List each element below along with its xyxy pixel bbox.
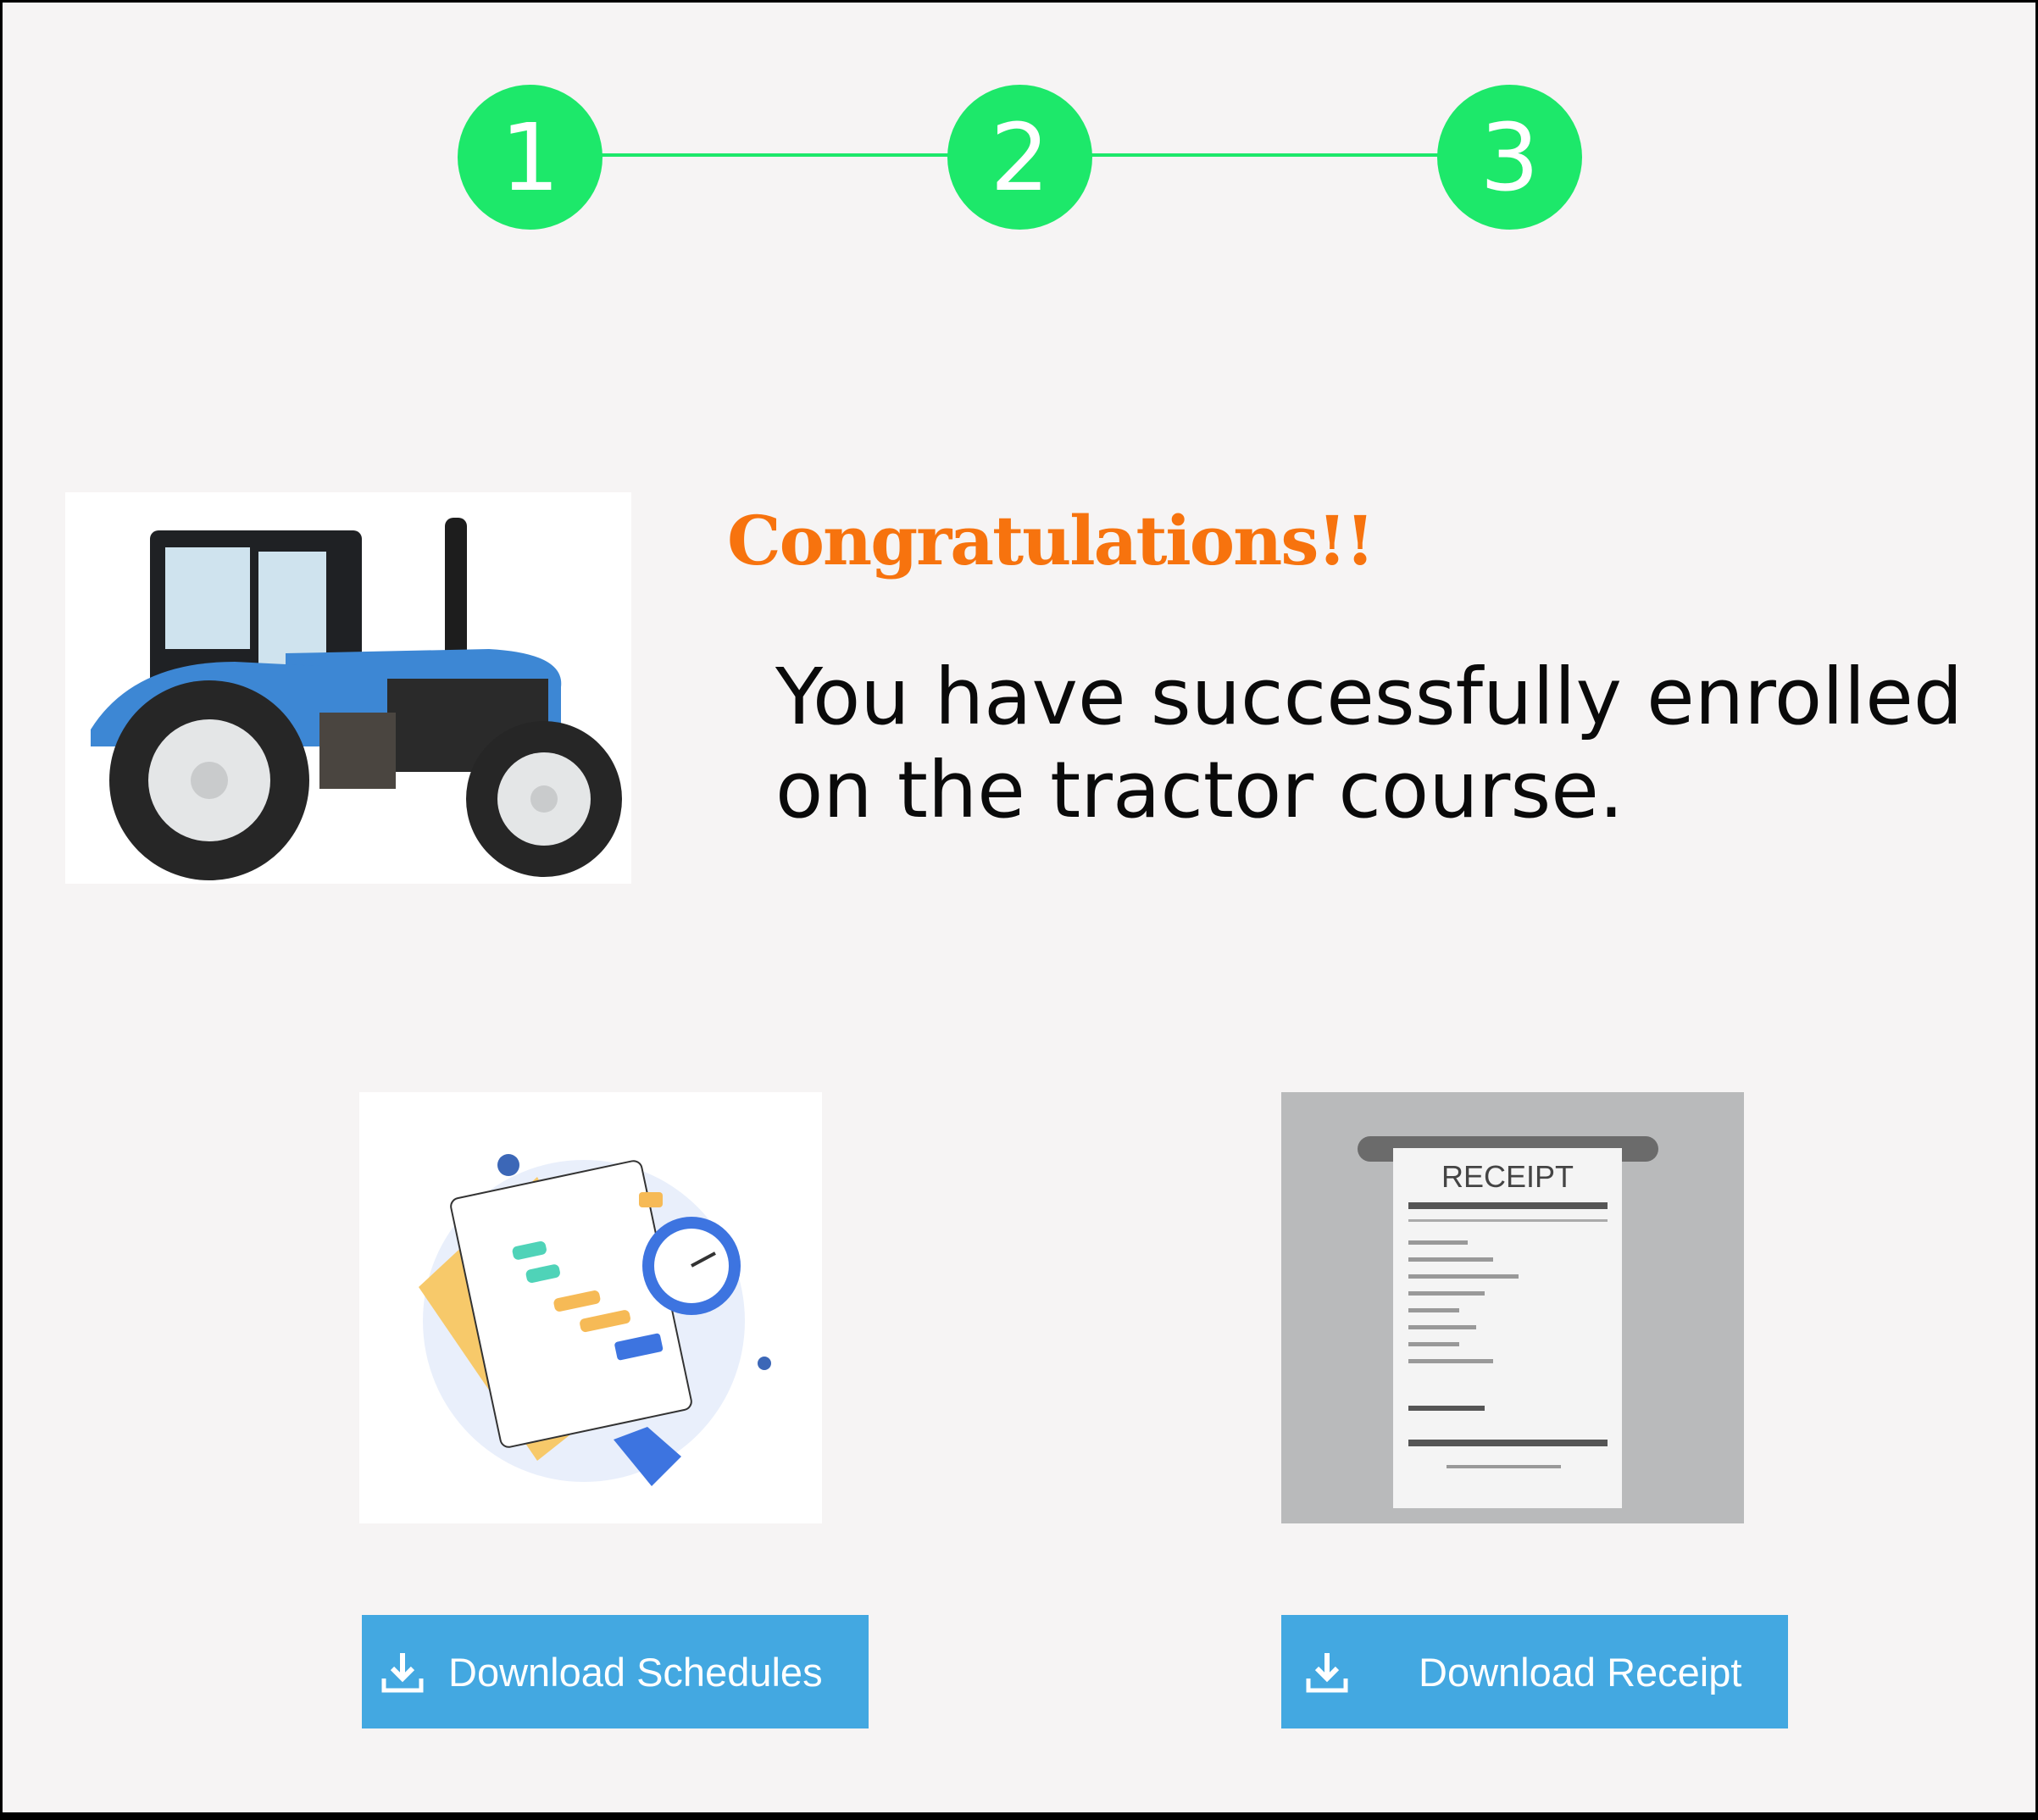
download-receipt-button[interactable]: Download Receipt: [1281, 1615, 1788, 1728]
download-icon: [379, 1648, 426, 1695]
download-schedules-button[interactable]: Download Schedules: [362, 1615, 869, 1728]
receipt-image: RECEIPT: [1281, 1092, 1744, 1523]
step-3[interactable]: 3: [1437, 85, 1582, 230]
step-1[interactable]: 1: [458, 85, 603, 230]
congratulations-title: Congratulations!!: [727, 501, 1375, 580]
tractor-icon: [91, 518, 622, 880]
download-receipt-label: Download Receipt: [1419, 1649, 1742, 1695]
download-icon: [1303, 1648, 1351, 1695]
enrollment-message: You have successfully enrolled on the tr…: [775, 652, 1963, 835]
progress-stepper: 1 2 3: [3, 3, 2035, 257]
step-connector: [596, 153, 960, 157]
schedule-image: [359, 1092, 822, 1523]
step-connector: [1087, 153, 1452, 157]
download-schedules-label: Download Schedules: [448, 1649, 823, 1695]
step-2[interactable]: 2: [947, 85, 1092, 230]
receipt-illustration-icon: RECEIPT: [1358, 1136, 1658, 1508]
receipt-heading: RECEIPT: [1441, 1159, 1574, 1194]
enrollment-success-page: 1 2 3 Congratulations!! You have success…: [3, 3, 2035, 1812]
tractor-image: [65, 492, 631, 884]
schedule-illustration-icon: [419, 1154, 771, 1486]
